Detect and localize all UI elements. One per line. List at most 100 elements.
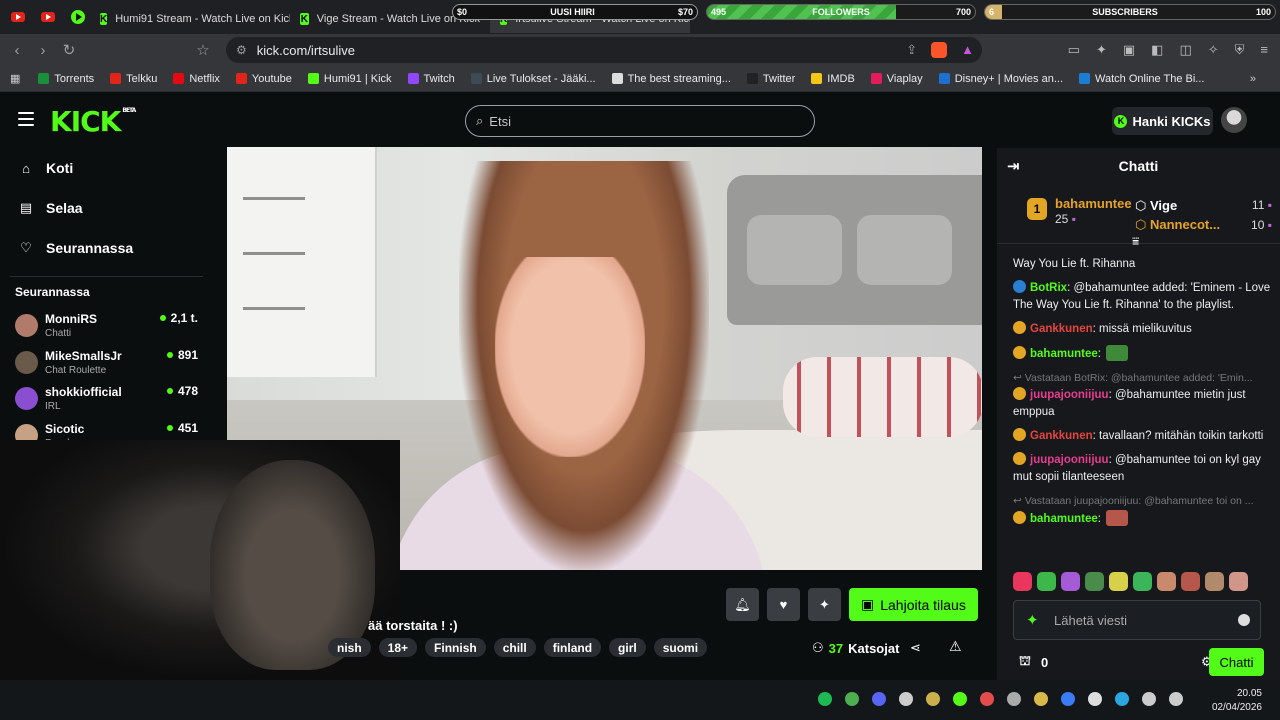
nav-home[interactable]: ⌂ Koti	[0, 148, 213, 188]
expand-leaderboard-icon[interactable]: ⩸	[1132, 234, 1139, 249]
chat-username[interactable]: bahamuntee	[1030, 513, 1098, 525]
screenshot-icon[interactable]: ▣	[1123, 42, 1135, 58]
bookmark-icon[interactable]: ☆	[190, 41, 216, 59]
bookmark-item[interactable]: Telkku	[110, 73, 157, 85]
vpn-icon[interactable]: ⛨	[1235, 42, 1245, 58]
more-bookmarks-icon[interactable]: »	[1250, 73, 1256, 85]
tray-app-icon[interactable]	[872, 692, 886, 706]
emote-icon[interactable]	[1181, 572, 1200, 591]
bookmark-item[interactable]: Netflix	[173, 73, 220, 85]
bookmark-item[interactable]: Disney+ | Movies an...	[938, 73, 1063, 85]
stream-tag[interactable]: finland	[543, 638, 602, 657]
emote-icon[interactable]	[1157, 572, 1176, 591]
user-avatar[interactable]	[1221, 107, 1247, 133]
following-item[interactable]: MonniRS Chatti 2,1 t.	[0, 307, 213, 344]
leo-icon[interactable]: ✧	[1208, 42, 1219, 58]
emote-icon[interactable]	[1085, 572, 1104, 591]
emote-icon[interactable]	[1229, 572, 1248, 591]
share-page-icon[interactable]: ⇪	[906, 42, 917, 58]
gift-sub-button[interactable]: ▣ Lahjoita tilaus	[849, 588, 978, 621]
bookmark-item[interactable]: Youtube	[235, 73, 292, 85]
tray-app-icon[interactable]	[845, 692, 859, 706]
emote-icon[interactable]	[1133, 572, 1152, 591]
emote-icon[interactable]	[1061, 572, 1080, 591]
tray-app-icon[interactable]	[899, 692, 913, 706]
report-icon[interactable]: ⚠	[949, 638, 962, 655]
kick-logo[interactable]: KICK BETA	[50, 105, 136, 138]
notify-button[interactable]: 🔔︎	[726, 588, 759, 621]
pinned-youtube-tab[interactable]	[6, 6, 30, 28]
bookmark-item[interactable]: Torrents	[38, 73, 94, 85]
bookmark-item[interactable]: Twitter	[746, 73, 795, 85]
bookmark-item[interactable]: The best streaming...	[611, 73, 731, 85]
tray-app-icon[interactable]	[1007, 692, 1021, 706]
stream-tag[interactable]: Finnish	[425, 638, 486, 657]
url-field[interactable]: ⚙ kick.com/irtsulive	[226, 37, 982, 63]
emote-icon[interactable]	[1037, 572, 1056, 591]
following-item[interactable]: MikeSmallsJr Chat Roulette 891	[0, 344, 213, 381]
leader-1-name[interactable]: bahamuntee	[1055, 196, 1132, 211]
following-item[interactable]: shokkiofficial IRL 478	[0, 380, 213, 417]
tray-app-icon[interactable]	[1034, 692, 1048, 706]
chat-send-button[interactable]: Chatti	[1209, 648, 1264, 676]
stream-tag[interactable]: suomi	[653, 638, 708, 657]
emote-icon[interactable]	[1109, 572, 1128, 591]
tray-app-icon[interactable]	[818, 692, 832, 706]
bookmark-item[interactable]: Live Tulokset - Jääki...	[470, 73, 596, 85]
brave-shields-icon[interactable]	[931, 42, 948, 58]
wallet-icon[interactable]: ◫	[1179, 42, 1191, 58]
forward-icon[interactable]: ›	[30, 42, 56, 59]
chat-username[interactable]: Gankkunen	[1030, 430, 1093, 442]
back-icon[interactable]: ‹	[4, 42, 30, 59]
pinned-play-tab[interactable]	[66, 6, 90, 28]
tray-app-icon[interactable]	[1088, 692, 1102, 706]
tray-app-icon[interactable]	[1169, 692, 1183, 706]
get-kicks-button[interactable]: K Hanki KICKs	[1112, 107, 1213, 135]
menu-icon[interactable]: ≡	[1260, 42, 1268, 58]
sidebar-icon[interactable]: ◧	[1151, 42, 1163, 58]
chat-username[interactable]: BotRix	[1030, 282, 1067, 294]
bookmark-item[interactable]: Watch Online The Bi...	[1079, 73, 1204, 85]
emote-icon[interactable]	[1013, 572, 1032, 591]
extensions-icon[interactable]: ✦	[1096, 42, 1107, 58]
bookmark-item[interactable]: Twitch	[407, 73, 455, 85]
share-icon[interactable]: ⋖	[910, 640, 921, 656]
chat-username[interactable]: bahamuntee	[1030, 348, 1098, 360]
tray-app-icon[interactable]	[1142, 692, 1156, 706]
leader-3-name[interactable]: ⬡ Nannecot...	[1135, 217, 1220, 233]
follow-button[interactable]: ♥	[767, 588, 800, 621]
site-info-icon[interactable]: ⚙	[236, 43, 247, 57]
chat-username[interactable]: juupajooniijuu	[1030, 454, 1109, 466]
tray-app-icon[interactable]	[1061, 692, 1075, 706]
channel-points[interactable]: ⛫ 0	[1019, 653, 1048, 671]
search-input[interactable]: ⌕ Etsi	[465, 105, 815, 137]
chat-username[interactable]: Gankkunen	[1030, 323, 1093, 335]
stream-tag[interactable]: girl	[609, 638, 646, 657]
leader-2-name[interactable]: ⬡ Vige	[1135, 198, 1177, 214]
tray-app-icon[interactable]	[980, 692, 994, 706]
bookmark-item[interactable]: IMDB	[811, 73, 855, 85]
collapse-chat-icon[interactable]: ⇥	[1007, 157, 1020, 175]
reload-icon[interactable]: ↻	[56, 41, 82, 59]
tray-app-icon[interactable]	[953, 692, 967, 706]
browser-tab-humi91[interactable]: K Humi91 Stream - Watch Live on Kick	[90, 5, 290, 33]
emoji-icon[interactable]	[1238, 614, 1250, 626]
brave-rewards-icon[interactable]: ▲	[961, 42, 974, 58]
menu-hamburger-icon[interactable]	[18, 112, 34, 130]
stream-tag[interactable]: 18+	[378, 638, 418, 657]
tray-app-icon[interactable]	[926, 692, 940, 706]
bookmark-item[interactable]: Viaplay	[870, 73, 923, 85]
emote-picker-icon[interactable]: ✦	[1026, 611, 1039, 629]
pinned-youtube-tab-2[interactable]	[36, 6, 60, 28]
taskbar-clock[interactable]: 20.05 02/04/2026	[1212, 687, 1262, 715]
stream-tag[interactable]: nish	[328, 638, 371, 657]
apps-icon[interactable]: ▦	[10, 72, 20, 85]
boost-button[interactable]: ✦	[808, 588, 841, 621]
emote-icon[interactable]	[1205, 572, 1224, 591]
chat-username[interactable]: juupajooniijuu	[1030, 389, 1109, 401]
tray-app-icon[interactable]	[1115, 692, 1129, 706]
cast-icon[interactable]: ▭	[1068, 42, 1080, 58]
nav-browse[interactable]: ▤ Selaa	[0, 188, 213, 228]
bookmark-item[interactable]: Humi91 | Kick	[307, 73, 392, 85]
chat-message-input[interactable]: ✦ Lähetä viesti	[1013, 600, 1261, 640]
